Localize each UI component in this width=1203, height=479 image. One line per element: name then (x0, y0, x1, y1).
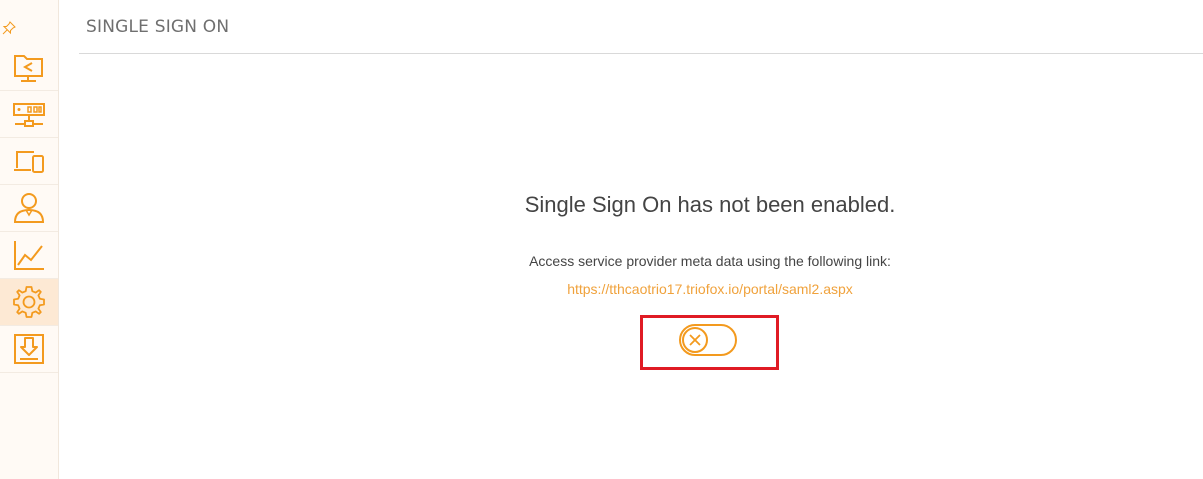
instruction-text: Access service provider meta data using … (529, 253, 891, 269)
close-circle-icon (689, 334, 701, 346)
download-icon (14, 334, 44, 364)
app-window: SINGLE SIGN ON Single Sign On has not be… (0, 0, 1203, 479)
status-message: Single Sign On has not been enabled. (524, 192, 896, 217)
sidebar-item-shared-folders[interactable] (0, 44, 58, 91)
sidebar (0, 0, 59, 479)
shared-folder-icon (14, 55, 43, 82)
server-network-icon (13, 103, 45, 127)
devices-icon (14, 151, 44, 173)
sidebar-item-settings[interactable] (0, 279, 58, 326)
sso-enable-toggle[interactable] (679, 324, 737, 356)
sidebar-item-downloads[interactable] (0, 326, 58, 373)
toggle-knob (682, 327, 708, 353)
page-title: SINGLE SIGN ON (86, 17, 230, 37)
sidebar-item-users[interactable] (0, 185, 58, 232)
metadata-link[interactable]: https://tthcaotrio17.triofox.io/portal/s… (380, 281, 1040, 297)
header-divider (79, 53, 1203, 54)
pin-icon[interactable] (2, 20, 16, 35)
sidebar-item-servers[interactable] (0, 91, 58, 138)
gear-icon (13, 286, 45, 318)
chart-icon (14, 241, 44, 270)
sidebar-item-devices[interactable] (0, 138, 58, 185)
user-icon (13, 193, 45, 223)
sidebar-item-reports[interactable] (0, 232, 58, 279)
